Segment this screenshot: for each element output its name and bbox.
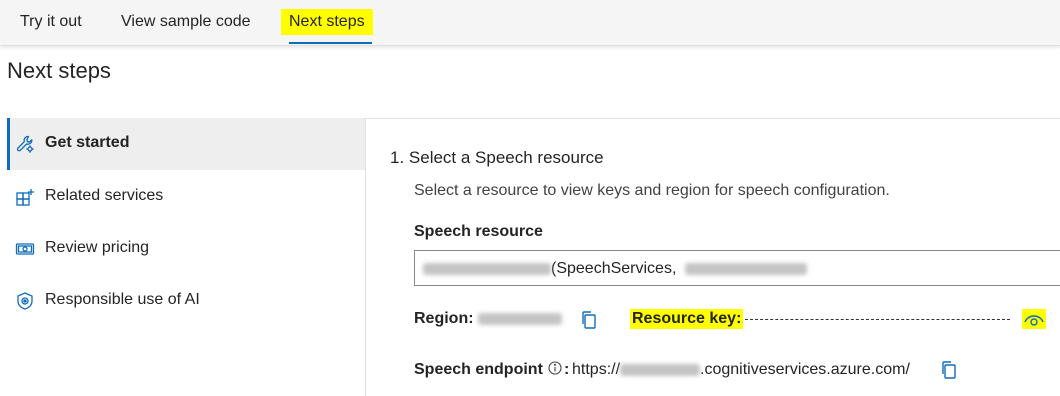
speech-endpoint-value: https:// .cognitiveservices.azure.com/ xyxy=(572,361,910,379)
region-label: Region: xyxy=(414,310,474,327)
resource-key-label: Resource key: xyxy=(630,309,744,329)
grid-add-icon xyxy=(15,187,35,207)
active-tab-indicator xyxy=(289,42,372,44)
top-tab-bar: Try it out View sample code Next steps xyxy=(0,0,1060,46)
show-key-eye-icon[interactable] xyxy=(1022,309,1046,329)
speech-resource-dropdown[interactable]: (SpeechServices, xyxy=(414,250,1060,286)
sidebar-item-responsible-ai[interactable]: Responsible use of AI xyxy=(7,275,365,327)
redacted-text xyxy=(423,262,551,275)
sidebar-item-related-services[interactable]: Related services xyxy=(7,171,365,223)
shield-icon xyxy=(15,291,35,311)
endpoint-colon: : xyxy=(564,361,570,378)
region-value xyxy=(478,310,562,328)
speech-resource-label: Speech resource xyxy=(414,223,543,240)
resource-kind-text: (SpeechServices, xyxy=(551,260,677,277)
sidebar-item-label: Responsible use of AI xyxy=(45,291,200,308)
resource-key-masked xyxy=(745,319,1010,320)
sidebar-item-label: Review pricing xyxy=(45,239,150,256)
tab-next-steps[interactable]: Next steps xyxy=(281,9,373,35)
speech-resource-value: (SpeechServices, xyxy=(423,260,807,278)
speech-endpoint-label: Speech endpoint xyxy=(414,361,543,378)
tab-view-sample-code[interactable]: View sample code xyxy=(121,9,251,35)
page-title: Next steps xyxy=(7,58,111,83)
sidebar-item-label: Get started xyxy=(45,134,130,151)
sidebar-item-label: Related services xyxy=(45,187,164,204)
tab-try-it-out[interactable]: Try it out xyxy=(20,9,82,35)
endpoint-suffix: .cognitiveservices.azure.com/ xyxy=(700,361,910,378)
copy-region-icon[interactable] xyxy=(580,310,598,330)
copy-endpoint-icon[interactable] xyxy=(940,360,958,380)
sidebar: Get started Related services Review pric… xyxy=(7,118,366,396)
sidebar-item-review-pricing[interactable]: Review pricing xyxy=(7,223,365,275)
wrench-gear-icon xyxy=(15,134,35,154)
endpoint-prefix: https:// xyxy=(572,361,621,378)
section-heading: 1. Select a Speech resource xyxy=(390,148,604,167)
section-description: Select a resource to view keys and regio… xyxy=(414,182,890,199)
content-divider xyxy=(365,118,1060,119)
sidebar-item-get-started[interactable]: Get started xyxy=(7,118,365,170)
redacted-text xyxy=(684,262,807,275)
money-icon xyxy=(15,239,35,259)
redacted-text xyxy=(620,363,701,376)
info-icon[interactable] xyxy=(548,361,562,380)
